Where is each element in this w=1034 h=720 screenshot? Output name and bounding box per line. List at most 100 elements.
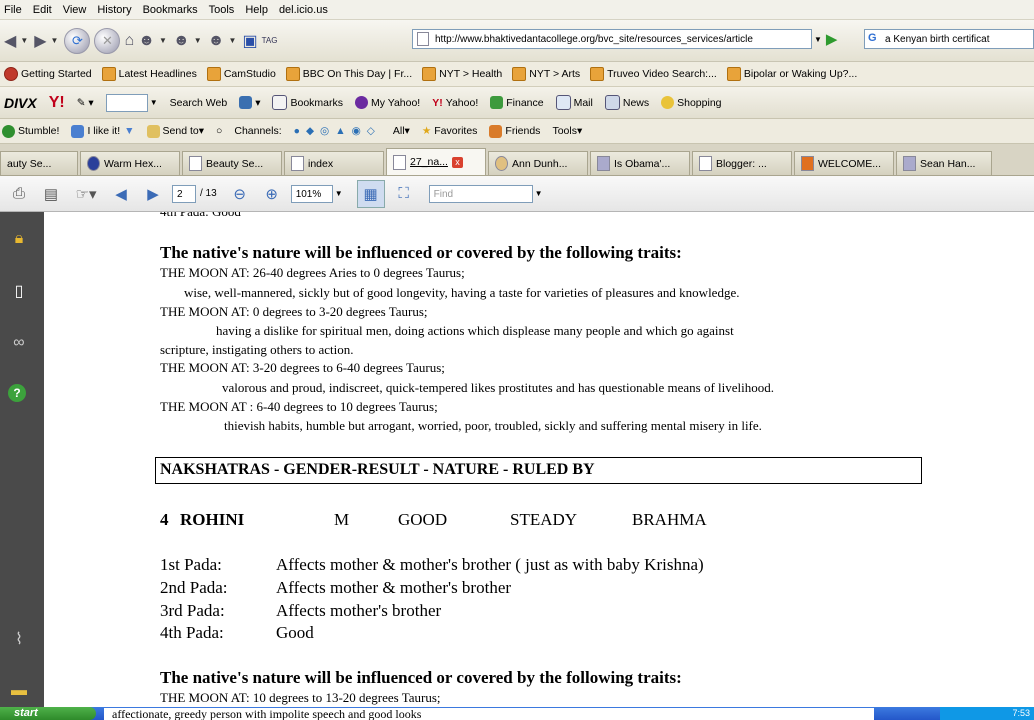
go-icon[interactable]: ▶ xyxy=(826,30,838,48)
pencil-icon[interactable]: ✎ ▾ xyxy=(77,97,94,109)
finance-button[interactable]: Finance xyxy=(490,96,544,109)
lock-icon[interactable]: 🔒︎ xyxy=(8,228,30,250)
fit-width-button[interactable]: ⛶ xyxy=(391,181,417,207)
shield-icon[interactable]: ▾ xyxy=(239,96,260,109)
yahoo-search-input[interactable]: ▼ xyxy=(105,93,158,112)
bookmark-bipolar[interactable]: Bipolar or Waking Up?... xyxy=(726,67,857,81)
firefox-icon xyxy=(4,67,18,81)
tab-1[interactable]: auty Se... xyxy=(0,151,78,175)
send-to-button[interactable]: Send to ▾ xyxy=(146,124,204,138)
stumbleupon-toolbar: Stumble! I like it! ▼ Send to ▾ ○ Channel… xyxy=(0,119,1034,144)
tag-button[interactable]: TAG xyxy=(262,27,278,55)
divx-yahoo-toolbar: DIVX Y! ✎ ▾ ▼ Search Web ▾ Bookmarks My … xyxy=(0,87,1034,119)
i-like-it-button[interactable]: I like it! ▼ xyxy=(71,124,135,138)
home-button[interactable]: ⌂ xyxy=(124,27,134,55)
find-input[interactable]: Find xyxy=(428,184,533,203)
bookmark-getting-started[interactable]: Getting Started xyxy=(4,67,92,81)
menu-edit[interactable]: Edit xyxy=(33,4,52,16)
navigation-toolbar: ◀ ▼ ▶ ▼ ⟳ ✕ ⌂ ☻ ▼ ☻ ▼ ☻ ▼ ▣ TAG http://www.bh… xyxy=(0,20,1034,62)
yahoo-logo[interactable]: Y! xyxy=(49,94,65,112)
zoom-out-button[interactable]: ⊖ xyxy=(227,181,253,207)
pages-icon[interactable]: ▯ xyxy=(8,280,30,302)
friends-button[interactable]: Friends xyxy=(489,124,540,138)
menu-view[interactable]: View xyxy=(63,4,87,16)
shopping-button[interactable]: Shopping xyxy=(661,96,722,109)
fit-page-button[interactable]: ▦ xyxy=(356,179,385,208)
url-bar[interactable]: http://www.bhaktivedantacollege.org/bvc_… xyxy=(412,29,812,49)
mail-button[interactable]: Mail xyxy=(555,95,593,110)
forward-button[interactable]: ▶ xyxy=(34,27,46,55)
my-yahoo-button[interactable]: My Yahoo! xyxy=(355,96,420,109)
hand-tool-icon[interactable]: ☞▾ xyxy=(70,181,102,207)
attachment-icon[interactable]: ⌇ xyxy=(8,628,30,650)
divx-logo[interactable]: DIVX xyxy=(4,95,37,111)
menu-help[interactable]: Help xyxy=(245,4,268,16)
start-button[interactable]: start xyxy=(0,707,96,720)
help-icon[interactable]: ? xyxy=(8,384,26,402)
url-dropdown-icon[interactable]: ▼ xyxy=(814,35,822,44)
tools-button[interactable]: Tools ▾ xyxy=(552,125,582,137)
stumble-icon xyxy=(2,124,15,138)
page-number-input[interactable]: 2 xyxy=(172,184,196,203)
bookmark-bbc[interactable]: BBC On This Day | Fr... xyxy=(285,67,412,81)
forward-dropdown-icon[interactable]: ▼ xyxy=(51,36,59,45)
tab-3[interactable]: Beauty Se... xyxy=(182,151,282,175)
page-icon xyxy=(291,156,304,171)
close-tab-icon[interactable]: x xyxy=(451,156,463,168)
favorites-button[interactable]: ★ Favorites xyxy=(422,125,478,137)
trait-line-2: having a dislike for spiritual men, doin… xyxy=(216,323,734,338)
bookmark-camstudio[interactable]: CamStudio xyxy=(206,67,276,81)
tab-8[interactable]: Blogger: ... xyxy=(692,151,792,175)
tab-10[interactable]: Sean Han... xyxy=(896,151,992,175)
next-page-button[interactable]: ▶ xyxy=(140,181,166,207)
channels-label: Channels: xyxy=(234,125,282,137)
moon-line-1: THE MOON AT: 26-40 degrees Aries to 0 de… xyxy=(160,265,465,280)
print-icon[interactable]: ⎙ xyxy=(6,181,32,207)
menu-history[interactable]: History xyxy=(97,4,131,16)
tab-7[interactable]: Is Obama'... xyxy=(590,151,690,175)
menu-tools[interactable]: Tools xyxy=(209,4,235,16)
stop-button[interactable]: ✕ xyxy=(94,27,121,54)
bookmark-nyt-health[interactable]: NYT > Health xyxy=(422,67,502,81)
bookmark-nyt-arts[interactable]: NYT > Arts xyxy=(512,67,580,81)
addon-icon-2[interactable]: ☻ xyxy=(173,27,190,55)
comments-icon[interactable]: ▬ xyxy=(8,680,30,702)
previous-page-button[interactable]: ◀ xyxy=(108,181,134,207)
reload-button[interactable]: ⟳ xyxy=(64,27,91,54)
menu-delicious[interactable]: del.icio.us xyxy=(279,4,328,16)
window-icon[interactable]: ▣ xyxy=(242,27,257,55)
stumble-button[interactable]: Stumble! xyxy=(2,124,59,138)
channel-icons[interactable]: ●◆◎▲◉◇ xyxy=(294,125,381,137)
menu-file[interactable]: File xyxy=(4,4,22,16)
clock[interactable]: 7:53 xyxy=(1012,708,1030,718)
my-yahoo-icon xyxy=(355,96,368,109)
tab-5-active[interactable]: 27_na... x xyxy=(386,148,486,175)
rss-icon xyxy=(422,67,437,81)
tab-9[interactable]: WELCOME... xyxy=(794,151,894,175)
bookmark-truveo[interactable]: Truveo Video Search:... xyxy=(590,67,717,81)
tab-4[interactable]: index xyxy=(284,151,384,175)
save-icon[interactable]: ▤ xyxy=(38,181,64,207)
rohini-row: 4 ROHINI M GOOD STEADY BRAHMA xyxy=(160,510,760,532)
back-button[interactable]: ◀ xyxy=(4,27,16,55)
menu-bookmarks[interactable]: Bookmarks xyxy=(143,4,198,16)
search-web-button[interactable]: Search Web xyxy=(170,97,228,109)
shopping-icon xyxy=(661,96,675,109)
page-icon xyxy=(903,156,916,171)
search-box[interactable]: G a Kenyan birth certificat xyxy=(864,29,1034,49)
addon-icon-3[interactable]: ☻ xyxy=(208,27,225,55)
yahoo-bookmarks-button[interactable]: Bookmarks xyxy=(272,95,343,110)
back-dropdown-icon[interactable]: ▼ xyxy=(20,36,28,45)
zoom-in-button[interactable]: ⊕ xyxy=(259,181,285,207)
news-button[interactable]: News xyxy=(604,95,649,110)
yahoo-button[interactable]: Y! Yahoo! xyxy=(432,97,478,109)
zoom-select[interactable]: 101% xyxy=(290,184,333,203)
bookmark-latest-headlines[interactable]: Latest Headlines xyxy=(101,67,197,81)
addon-icon-1[interactable]: ☻ xyxy=(138,27,155,55)
chat-icon[interactable]: ○ xyxy=(216,125,222,137)
binoculars-icon[interactable]: ∞ xyxy=(8,332,30,354)
google-icon[interactable]: G xyxy=(868,32,882,46)
all-button[interactable]: All ▾ xyxy=(393,125,410,137)
tab-6[interactable]: Ann Dunh... xyxy=(488,151,588,175)
tab-2[interactable]: Warm Hex... xyxy=(80,151,180,175)
